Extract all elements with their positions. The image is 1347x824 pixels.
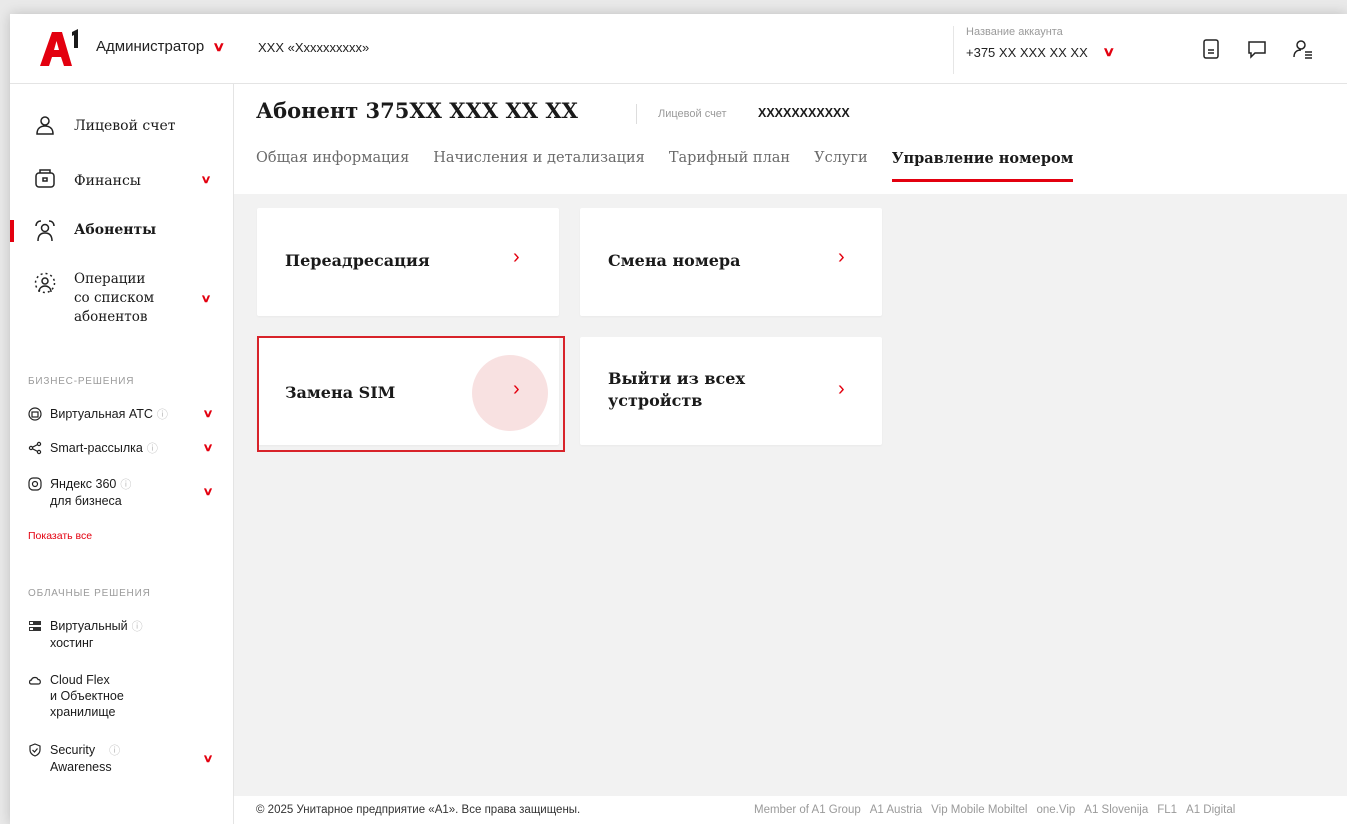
tab-number-management[interactable]: Управление номером bbox=[891, 150, 1074, 182]
highlight-frame bbox=[257, 336, 565, 452]
chevron-down-icon: ∨ bbox=[202, 442, 214, 454]
footer-link[interactable]: Vip Mobile Mobiltel bbox=[931, 804, 1027, 816]
info-icon[interactable]: ⓘ bbox=[157, 409, 168, 421]
chevron-down-icon: ∨ bbox=[202, 408, 214, 420]
card-change-number[interactable]: Смена номера › bbox=[580, 208, 882, 316]
chat-icon[interactable] bbox=[1246, 38, 1268, 60]
footer-links: Member of A1 Group A1 Austria Vip Mobile… bbox=[754, 804, 1235, 816]
page-title: Абонент 375XX XXX XX XX bbox=[256, 98, 578, 123]
user-menu-icon[interactable] bbox=[1292, 38, 1314, 60]
sidebar-item-label: Операции со списком абонентов bbox=[74, 271, 155, 325]
card-label: Смена номера bbox=[608, 251, 741, 270]
card-label: Переадресация bbox=[285, 251, 430, 270]
chevron-right-icon: › bbox=[838, 246, 845, 268]
yandex360-icon bbox=[28, 477, 42, 491]
footer-link[interactable]: FL1 bbox=[1157, 804, 1177, 816]
role-selector[interactable]: Администратор ∨ bbox=[96, 38, 226, 55]
document-icon[interactable] bbox=[1200, 38, 1222, 60]
company-name: ХХХ «Хххххххххх» bbox=[258, 40, 370, 55]
footer: © 2025 Унитарное предприятие «А1». Все п… bbox=[234, 796, 1347, 824]
sidebar-item-virtual-hosting[interactable]: Виртуальный ⓘ хостинг bbox=[28, 618, 234, 652]
shield-icon bbox=[29, 743, 41, 757]
account-number: +375 XX XXX XX XX bbox=[966, 45, 1088, 60]
account-label: Название аккаунта bbox=[966, 26, 1063, 38]
info-icon[interactable]: ⓘ bbox=[132, 621, 143, 633]
main-header: Абонент 375XX XXX XX XX Лицевой счет XXX… bbox=[234, 84, 1347, 194]
tab-general-info[interactable]: Общая информация bbox=[256, 150, 409, 182]
divider bbox=[636, 104, 637, 124]
a1-logo[interactable] bbox=[38, 28, 82, 68]
users-icon bbox=[35, 220, 55, 242]
card-logout-all-devices[interactable]: Выйти из всех устройств › bbox=[580, 337, 882, 445]
footer-link[interactable]: A1 Austria bbox=[870, 804, 922, 816]
card-call-forwarding[interactable]: Переадресация › bbox=[257, 208, 559, 316]
users-ops-icon bbox=[34, 272, 56, 294]
show-all-link[interactable]: Показать все bbox=[28, 530, 92, 542]
tab-services[interactable]: Услуги bbox=[814, 150, 868, 182]
section-title-cloud: ОБЛАЧНЫЕ РЕШЕНИЯ bbox=[28, 588, 151, 599]
server-icon bbox=[29, 621, 41, 631]
cloud-icon bbox=[28, 676, 41, 685]
footer-link[interactable]: A1 Slovenija bbox=[1084, 804, 1148, 816]
account-label: Лицевой счет bbox=[658, 108, 727, 120]
tab-bar: Общая информация Начисления и детализаци… bbox=[256, 150, 1074, 182]
footer-link[interactable]: Member of A1 Group bbox=[754, 804, 861, 816]
user-icon bbox=[36, 116, 54, 135]
info-icon[interactable]: ⓘ bbox=[120, 479, 131, 491]
role-label: Администратор bbox=[96, 38, 205, 55]
info-icon[interactable]: ⓘ bbox=[147, 443, 158, 455]
sidebar-item-label: Абоненты bbox=[74, 222, 157, 238]
chevron-right-icon: › bbox=[513, 246, 520, 268]
app-window: Администратор ∨ ХХХ «Хххххххххх» Названи… bbox=[10, 14, 1347, 824]
footer-link[interactable]: one.Vip bbox=[1036, 804, 1075, 816]
copyright: © 2025 Унитарное предприятие «А1». Все п… bbox=[256, 804, 581, 816]
card-label: Выйти из всех устройств bbox=[608, 369, 746, 410]
info-icon[interactable]: ⓘ bbox=[109, 745, 120, 757]
wallet-icon bbox=[35, 169, 55, 188]
chevron-down-icon: ∨ bbox=[1102, 44, 1116, 59]
sidebar-item-security-awareness[interactable]: Security ⓘ Awareness ∨ bbox=[28, 742, 234, 776]
pbx-icon bbox=[28, 407, 42, 421]
sidebar-item-yandex360[interactable]: Яндекс 360 ⓘ для бизнеса ∨ bbox=[28, 476, 234, 510]
sidebar-item-label: Финансы bbox=[74, 173, 141, 189]
chevron-down-icon: ∨ bbox=[202, 486, 214, 498]
sidebar-item-cloud-flex[interactable]: Cloud Flex и Объектное хранилище bbox=[28, 672, 234, 722]
sidebar-item-label: Лицевой счет bbox=[74, 118, 176, 134]
chevron-down-icon: ∨ bbox=[200, 293, 212, 305]
tab-tariff[interactable]: Тарифный план bbox=[669, 150, 790, 182]
tab-charges[interactable]: Начисления и детализация bbox=[433, 150, 645, 182]
chevron-down-icon: ∨ bbox=[202, 753, 214, 765]
footer-link[interactable]: A1 Digital bbox=[1186, 804, 1235, 816]
chevron-down-icon: ∨ bbox=[212, 38, 226, 54]
share-icon bbox=[28, 441, 42, 455]
top-header: Администратор ∨ ХХХ «Хххххххххх» Названи… bbox=[10, 14, 1347, 84]
account-value: XXXXXXXXXXX bbox=[758, 106, 850, 120]
section-title-business: БИЗНЕС-РЕШЕНИЯ bbox=[28, 376, 135, 387]
account-selector[interactable]: Название аккаунта +375 XX XXX XX XX ∨ bbox=[953, 26, 1173, 74]
sidebar-item-operations[interactable]: Операции со списком абонентов ∨ bbox=[10, 271, 234, 336]
chevron-right-icon: › bbox=[838, 378, 845, 400]
active-indicator bbox=[10, 220, 14, 242]
chevron-down-icon: ∨ bbox=[200, 174, 212, 186]
sidebar: Лицевой счет Финансы ∨ Абоненты Операции… bbox=[10, 84, 234, 824]
